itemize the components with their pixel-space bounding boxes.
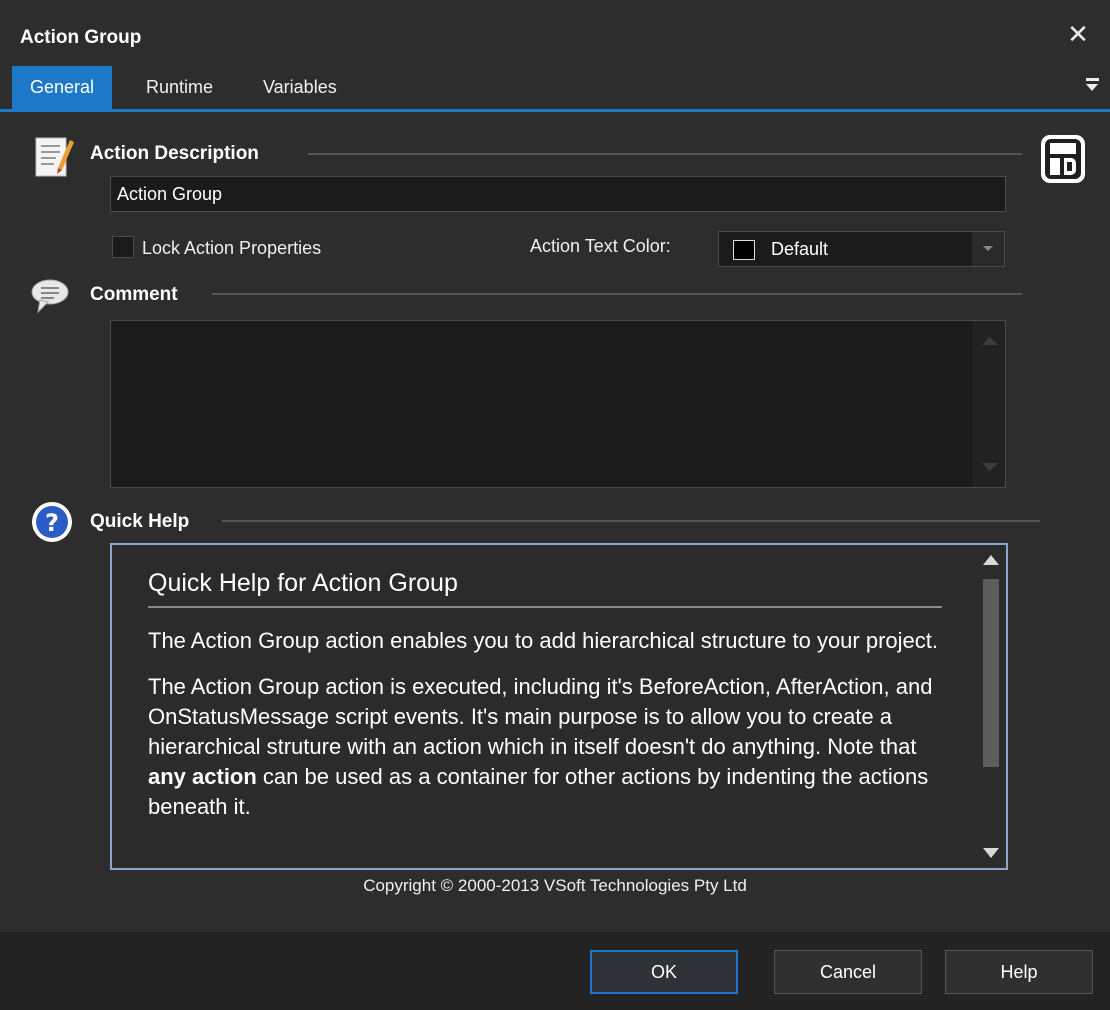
ok-button[interactable]: OK — [590, 950, 738, 994]
help-button[interactable]: Help — [945, 950, 1093, 994]
quick-help-text: can be used as a container for other act… — [148, 764, 929, 819]
scroll-up-icon[interactable] — [983, 555, 999, 565]
tab-bar: General Runtime Variables — [0, 66, 1110, 112]
scroll-up-icon[interactable] — [982, 337, 998, 345]
action-description-input[interactable] — [110, 176, 1006, 212]
chevron-down-icon[interactable] — [972, 232, 1004, 266]
comment-textarea[interactable] — [110, 320, 1006, 488]
quick-help-panel[interactable]: Quick Help for Action Group The Action G… — [110, 543, 1008, 870]
comment-bubble-icon — [31, 279, 69, 314]
divider — [308, 153, 1022, 155]
tab-variables[interactable]: Variables — [245, 66, 355, 109]
quick-help-content: Quick Help for Action Group The Action G… — [148, 569, 942, 838]
scroll-down-icon[interactable] — [982, 463, 998, 471]
copyright-text: Copyright © 2000-2013 VSoft Technologies… — [363, 876, 747, 895]
tab-overflow-menu-icon[interactable] — [1086, 76, 1100, 96]
dialog-footer: OK Cancel Help — [0, 932, 1110, 1010]
cancel-button[interactable]: Cancel — [774, 950, 922, 994]
window-title: Action Group — [20, 27, 142, 48]
quick-help-paragraph: The Action Group action enables you to a… — [148, 628, 938, 653]
text-color-value: Default — [771, 239, 829, 259]
help-question-icon: ? — [32, 502, 72, 542]
tab-runtime[interactable]: Runtime — [128, 66, 231, 109]
text-color-label: Action Text Color: — [530, 236, 671, 256]
text-color-select[interactable]: Default — [718, 231, 1005, 267]
scrollbar-thumb[interactable] — [983, 579, 999, 767]
quick-help-bold-text: any action — [148, 764, 257, 789]
quick-help-title: Quick Help for Action Group — [148, 569, 942, 608]
save-floppy-icon[interactable] — [1040, 134, 1086, 184]
svg-text:?: ? — [45, 509, 59, 537]
divider — [222, 520, 1040, 522]
lock-properties-label: Lock Action Properties — [142, 238, 322, 258]
action-group-dialog: Action Group ✕ General Runtime Variables… — [0, 0, 1110, 1010]
comment-scrollbar[interactable] — [973, 321, 1005, 487]
action-description-label: Action Description — [90, 143, 259, 164]
scroll-down-icon[interactable] — [983, 848, 999, 858]
quick-help-scrollbar[interactable] — [976, 545, 1006, 868]
divider — [212, 293, 1022, 295]
quick-help-text: The Action Group action is executed, inc… — [148, 674, 933, 759]
color-swatch — [733, 240, 755, 260]
notepad-icon — [35, 137, 74, 177]
lock-properties-checkbox[interactable] — [112, 236, 134, 258]
close-icon[interactable]: ✕ — [1064, 20, 1092, 48]
quick-help-paragraph: The Action Group action is executed, inc… — [148, 672, 942, 822]
comment-label: Comment — [90, 284, 178, 305]
tab-general[interactable]: General — [12, 66, 113, 109]
title-bar: Action Group ✕ — [0, 0, 1110, 66]
quick-help-label: Quick Help — [90, 511, 190, 532]
